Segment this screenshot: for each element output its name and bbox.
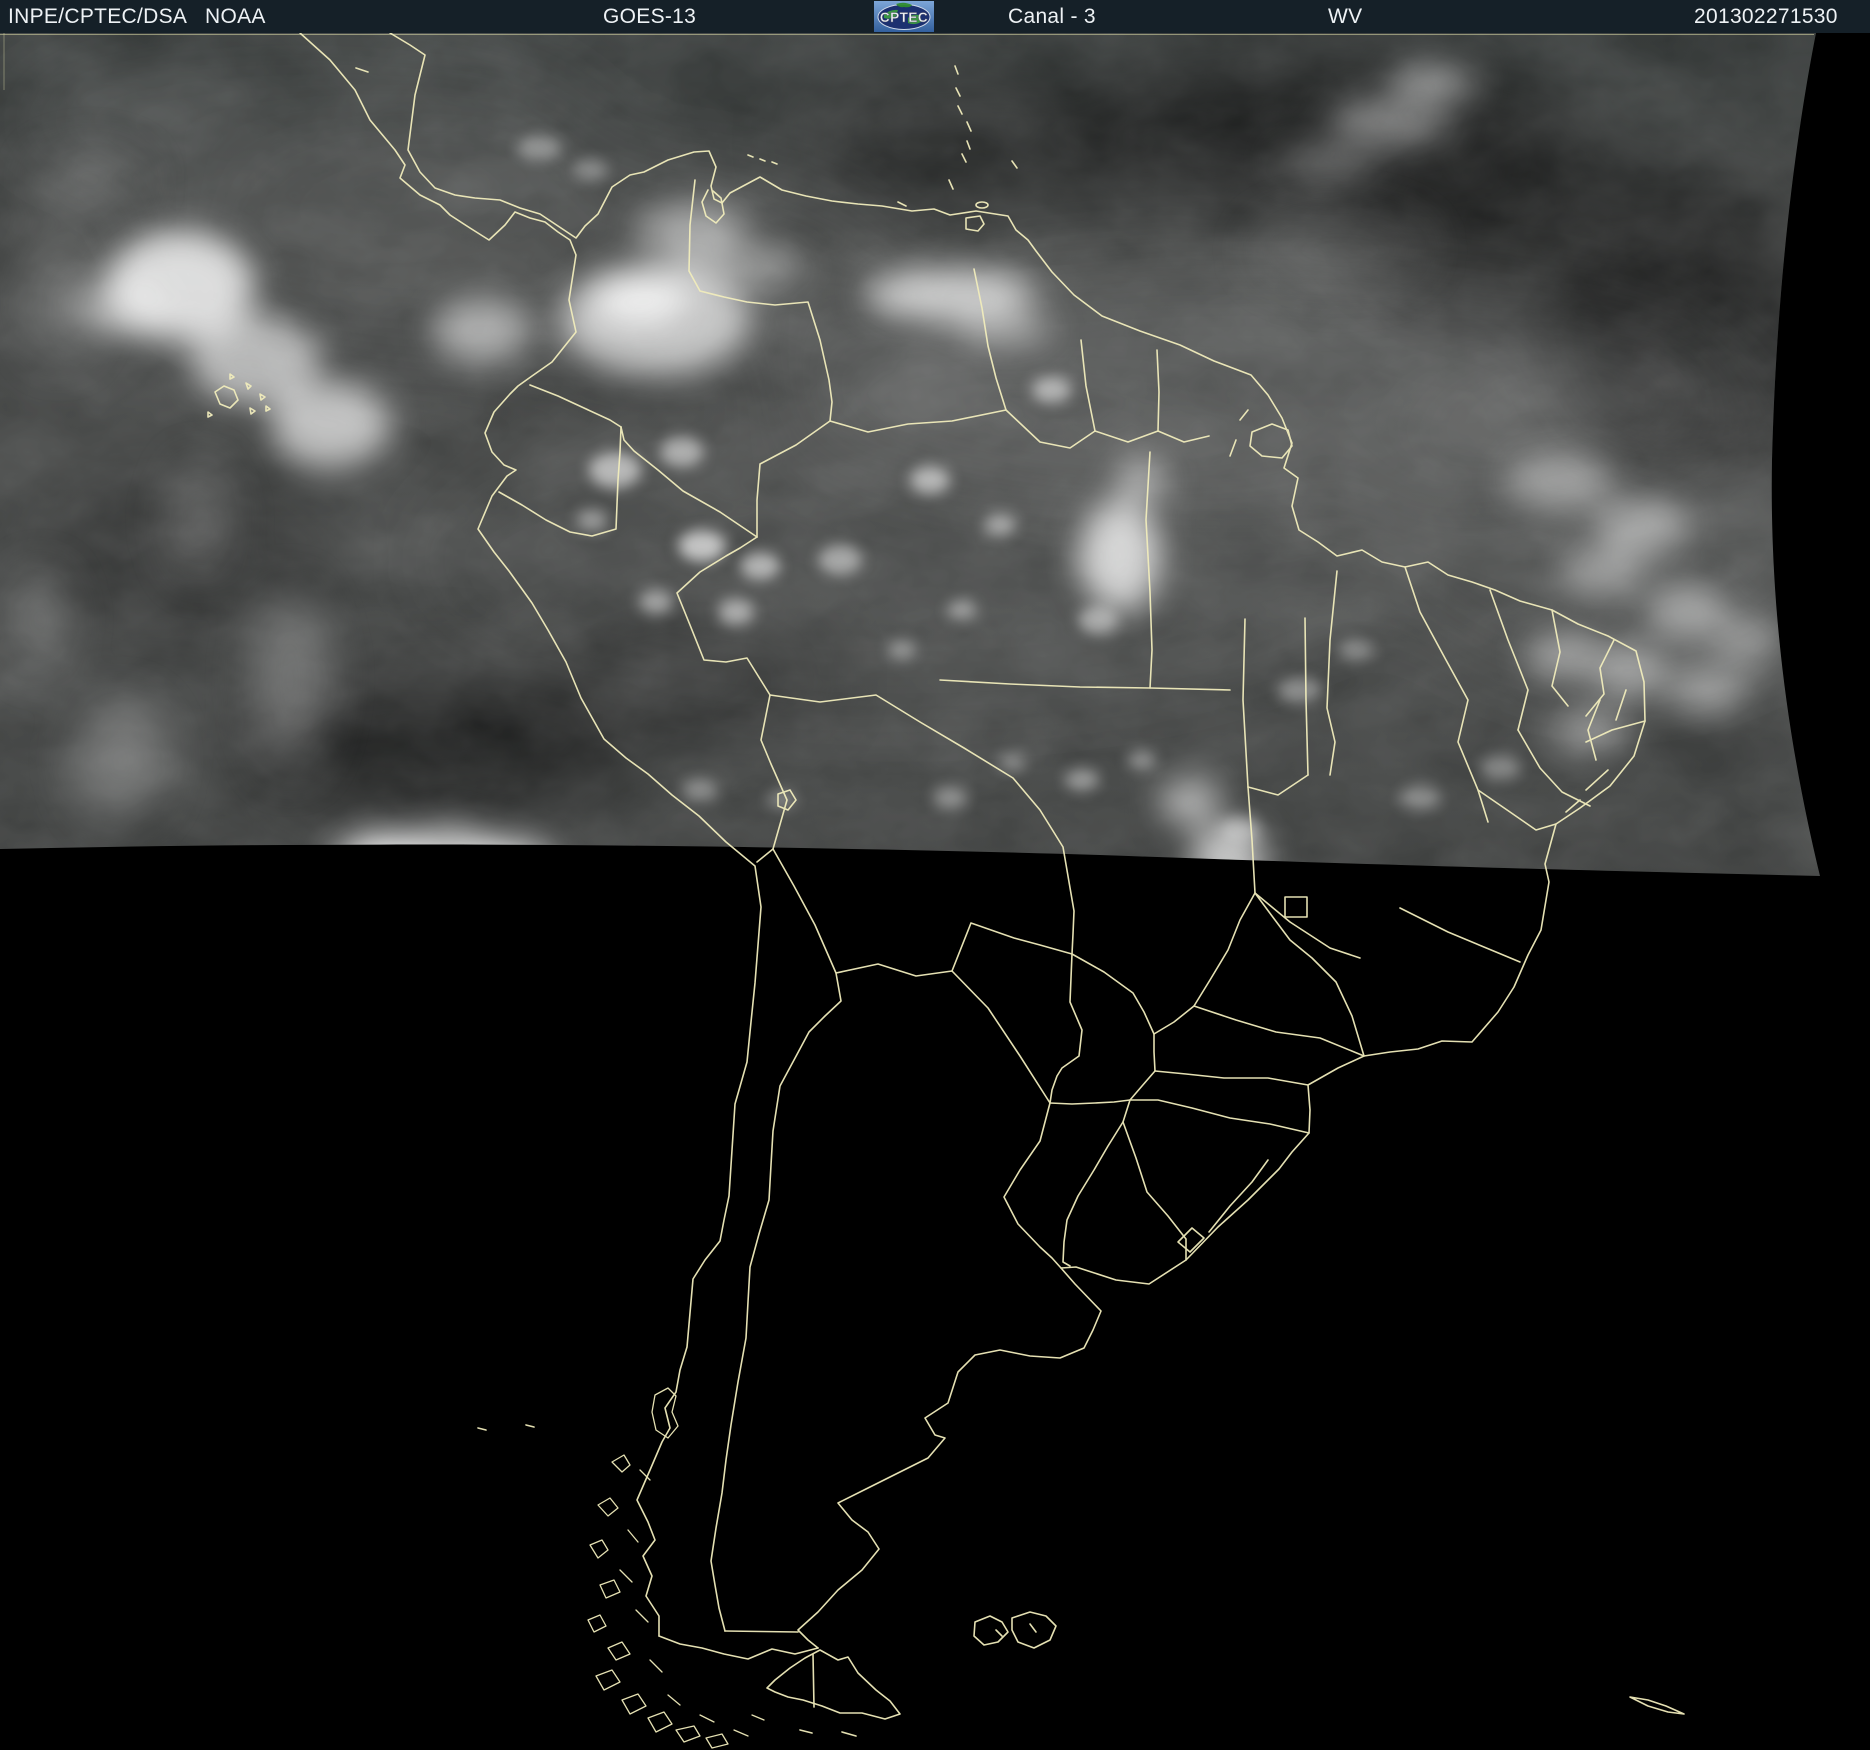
cptec-logo-icon: CPTEC [874, 1, 934, 32]
agency-label: INPE/CPTEC/DSA [8, 5, 188, 28]
falkland-islands [973, 1611, 1057, 1649]
tierra-del-fuego [766, 1649, 901, 1720]
distrito-federal-square [1284, 896, 1308, 918]
magellan-strait [658, 1635, 819, 1660]
noaa-label: NOAA [205, 5, 266, 28]
header-bar: INPE/CPTEC/DSA NOAA GOES-13 CPTEC Canal … [0, 0, 1870, 33]
satellite-image [0, 33, 1820, 1749]
juan-fernandez [477, 1424, 535, 1431]
satellite-label: GOES-13 [603, 5, 697, 28]
satellite-viewer: INPE/CPTEC/DSA NOAA GOES-13 CPTEC Canal … [0, 0, 1870, 1750]
channel-label: Canal - 3 [1008, 5, 1096, 28]
product-label: WV [1328, 5, 1363, 28]
patagonia-fjords [587, 1387, 765, 1749]
south-georgia [1629, 1696, 1685, 1715]
timestamp-label: 201302271530 [1694, 5, 1838, 28]
wv-data-region [0, 33, 1820, 876]
border-andes [710, 848, 842, 1632]
cptec-logo-text: CPTEC [880, 10, 928, 25]
